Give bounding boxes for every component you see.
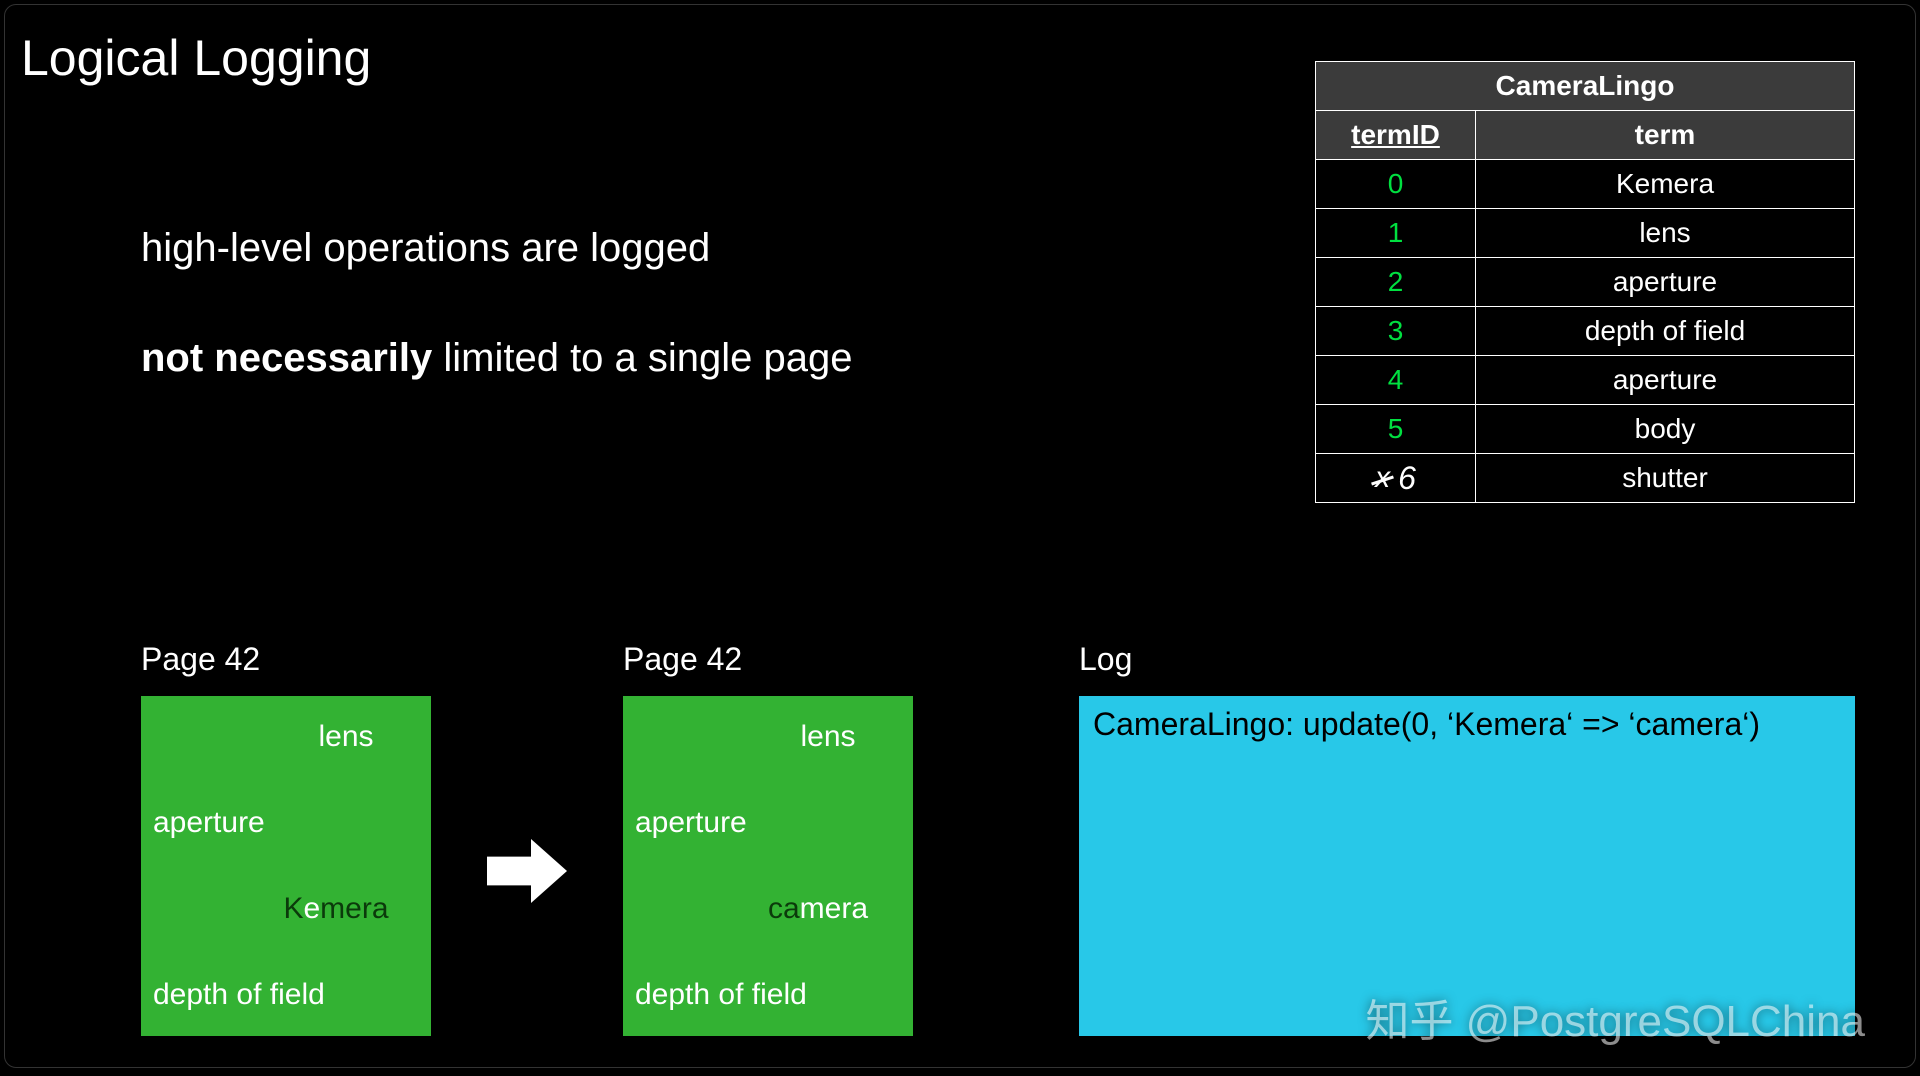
page-item: depth of field: [635, 978, 901, 1012]
page-after: Page 42 lens aperture camera depth of fi…: [623, 641, 913, 1036]
table-row: 0Kemera: [1316, 160, 1855, 209]
bottom-row: Page 42 lens aperture Kemera depth of fi…: [141, 641, 1855, 1036]
page-before: Page 42 lens aperture Kemera depth of fi…: [141, 641, 431, 1036]
log-block: Log CameraLingo: update(0, ‘Kemera‘ => ‘…: [1079, 641, 1855, 1036]
page-item: lens: [153, 720, 419, 754]
table-row: 4aperture: [1316, 356, 1855, 405]
table-row: 5body: [1316, 405, 1855, 454]
desc-line1: high-level operations are logged: [141, 221, 853, 275]
description-block: high-level operations are logged not nec…: [141, 221, 853, 441]
page-item: lens: [635, 720, 901, 754]
table-row: x 6 shutter: [1316, 454, 1855, 503]
col-term: term: [1476, 111, 1855, 160]
page-item-keyword: Kemera: [153, 892, 419, 926]
page-item-keyword: camera: [635, 892, 901, 926]
col-termid: termID: [1316, 111, 1476, 160]
table-row: 2aperture: [1316, 258, 1855, 307]
page-item: depth of field: [153, 978, 419, 1012]
desc-line2-bold: not necessarily: [141, 336, 432, 380]
page-before-label: Page 42: [141, 641, 431, 678]
desc-line2-rest: limited to a single page: [432, 336, 852, 380]
table-title: CameraLingo: [1316, 62, 1855, 111]
camera-lingo-table: CameraLingo termID term 0Kemera 1lens 2a…: [1315, 61, 1855, 503]
page-after-box: lens aperture camera depth of field: [623, 696, 913, 1036]
page-item: aperture: [635, 806, 901, 840]
table-row: 1lens: [1316, 209, 1855, 258]
handwritten-six: 6: [1398, 460, 1416, 497]
log-box: CameraLingo: update(0, ‘Kemera‘ => ‘came…: [1079, 696, 1855, 1036]
page-before-box: lens aperture Kemera depth of field: [141, 696, 431, 1036]
log-label: Log: [1079, 641, 1855, 678]
page-item: aperture: [153, 806, 419, 840]
slide: Logical Logging high-level operations ar…: [4, 4, 1916, 1068]
page-after-label: Page 42: [623, 641, 913, 678]
desc-line2: not necessarily limited to a single page: [141, 331, 853, 385]
struck-x: x: [1375, 461, 1390, 495]
log-entry: CameraLingo: update(0, ‘Kemera‘ => ‘came…: [1093, 706, 1841, 743]
arrow-icon: [487, 835, 567, 912]
struck-id-cell: x 6: [1316, 454, 1476, 503]
table-row: 3depth of field: [1316, 307, 1855, 356]
